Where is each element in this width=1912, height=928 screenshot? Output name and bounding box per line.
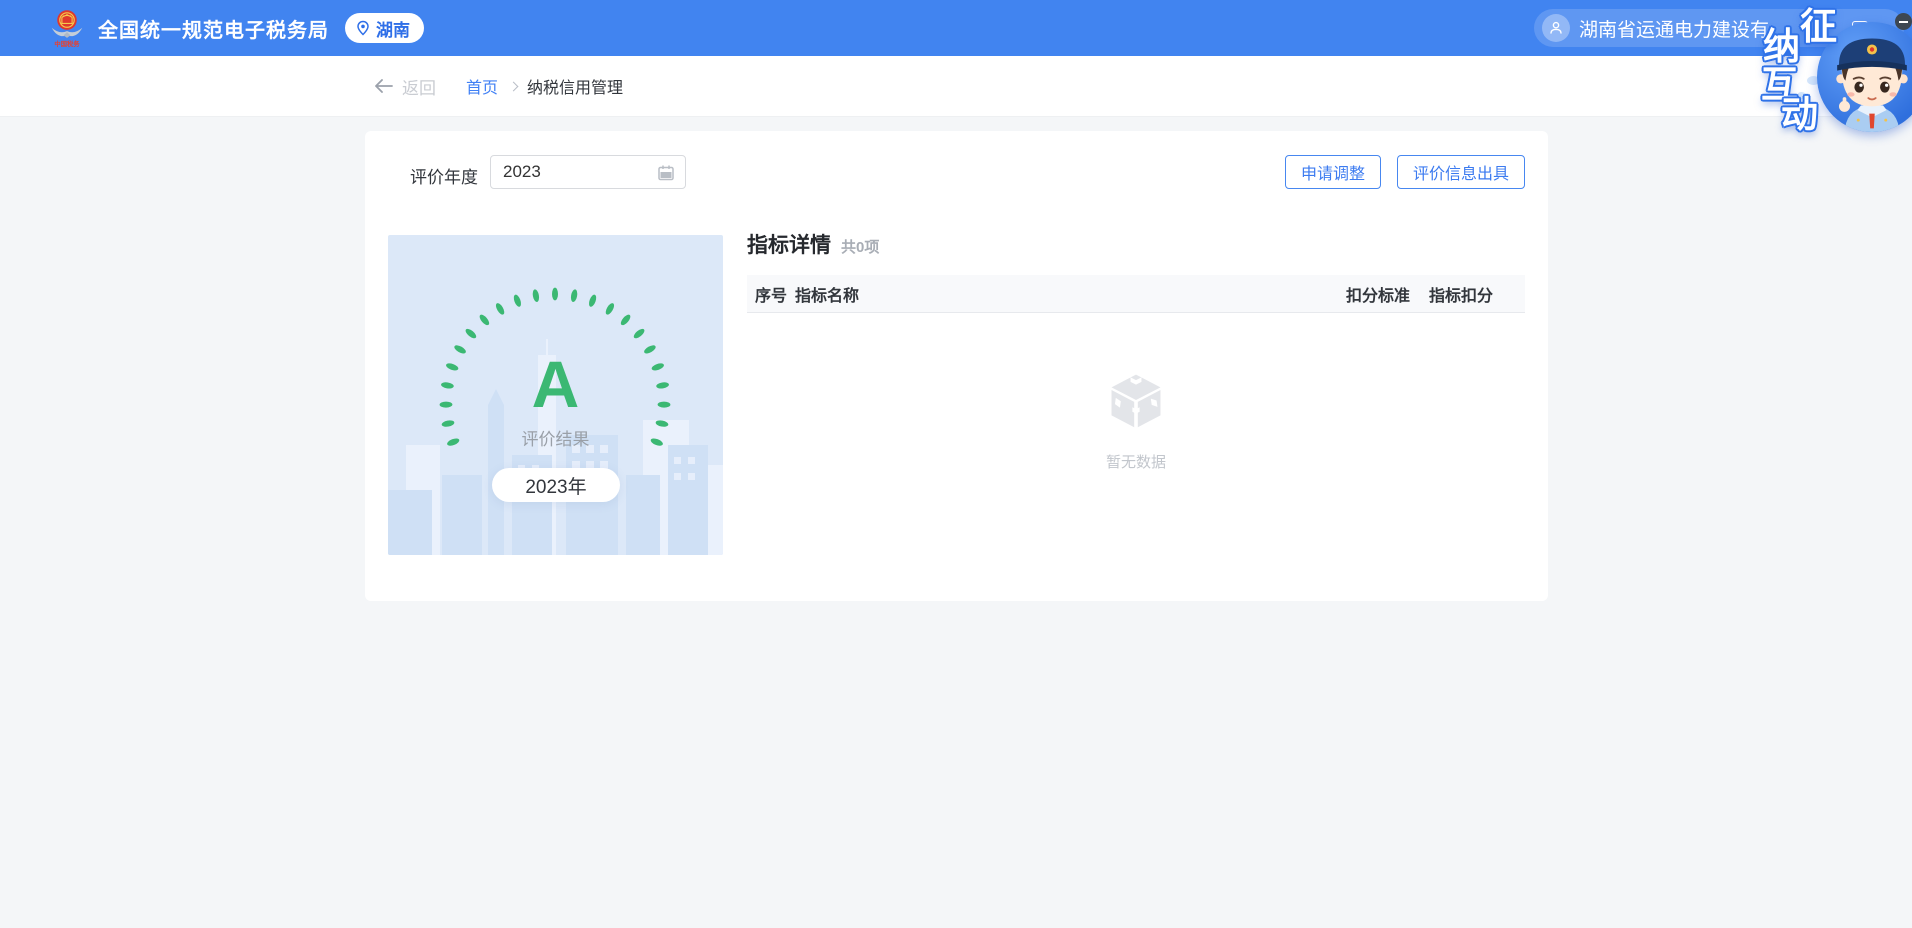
assistant-minimize-button[interactable] (1895, 13, 1912, 30)
grade-year-badge: 2023年 (492, 468, 620, 502)
assistant-widget[interactable]: 征 纳 互 动 (1755, 0, 1912, 160)
assistant-char-na[interactable]: 纳 (1763, 28, 1800, 65)
year-picker[interactable] (490, 155, 686, 189)
col-deduction-standard: 扣分标准 (1280, 282, 1410, 306)
breadcrumb-bar: 返回 首页 纳税信用管理 (0, 56, 1912, 117)
indicator-details-header: 指标详情 共0项 (747, 229, 879, 259)
year-filter-label: 评价年度 (410, 163, 478, 188)
grade-caption: 评价结果 (388, 425, 723, 450)
col-serial-number: 序号 (747, 282, 795, 306)
indicator-table-header: 序号 指标名称 扣分标准 指标扣分 (747, 275, 1525, 313)
credit-management-card: 评价年度 申请调整 评价信息出具 (365, 131, 1548, 601)
region-selector[interactable]: 湖南 (345, 13, 424, 43)
action-buttons: 申请调整 评价信息出具 (1285, 155, 1525, 189)
back-label: 返回 (402, 74, 436, 99)
region-label: 湖南 (376, 16, 410, 41)
col-indicator-name: 指标名称 (795, 282, 1280, 306)
person-icon (1548, 20, 1564, 36)
assistant-char-dong[interactable]: 动 (1781, 96, 1818, 133)
indicator-details-title: 指标详情 (747, 229, 831, 259)
breadcrumb-current: 纳税信用管理 (527, 74, 623, 98)
issue-evaluation-info-button[interactable]: 评价信息出具 (1397, 155, 1525, 189)
indicator-table: 序号 指标名称 扣分标准 指标扣分 (747, 275, 1525, 313)
logo-caption: 中国税务 (54, 41, 79, 47)
back-button[interactable]: 返回 (374, 74, 436, 99)
grade-value: A (388, 351, 723, 417)
top-header: 中国税务 全国统一规范电子税务局 湖南 湖南省运通电力建设有 (0, 0, 1912, 56)
evaluation-result-panel: A 评价结果 2023年 (388, 235, 723, 555)
year-input[interactable] (503, 162, 653, 182)
avatar (1542, 14, 1570, 42)
indicator-count: 共0项 (841, 236, 879, 257)
user-name: 湖南省运通电力建设有 (1579, 15, 1769, 42)
apply-adjust-button[interactable]: 申请调整 (1285, 155, 1381, 189)
calendar-icon[interactable] (657, 164, 675, 182)
col-indicator-deduction: 指标扣分 (1410, 282, 1525, 306)
tax-bureau-logo: 中国税务 (50, 9, 84, 48)
empty-text: 暂无数据 (1106, 451, 1166, 472)
back-arrow-icon (374, 78, 393, 94)
location-pin-icon (355, 20, 371, 36)
breadcrumb-home-link[interactable]: 首页 (466, 74, 498, 98)
empty-box-icon (1107, 371, 1165, 429)
empty-state: 暂无数据 (747, 371, 1525, 472)
tax-emblem-icon (50, 9, 84, 43)
assistant-char-zheng[interactable]: 征 (1800, 8, 1837, 45)
app-title: 全国统一规范电子税务局 (98, 14, 329, 43)
chevron-right-icon (509, 81, 519, 91)
